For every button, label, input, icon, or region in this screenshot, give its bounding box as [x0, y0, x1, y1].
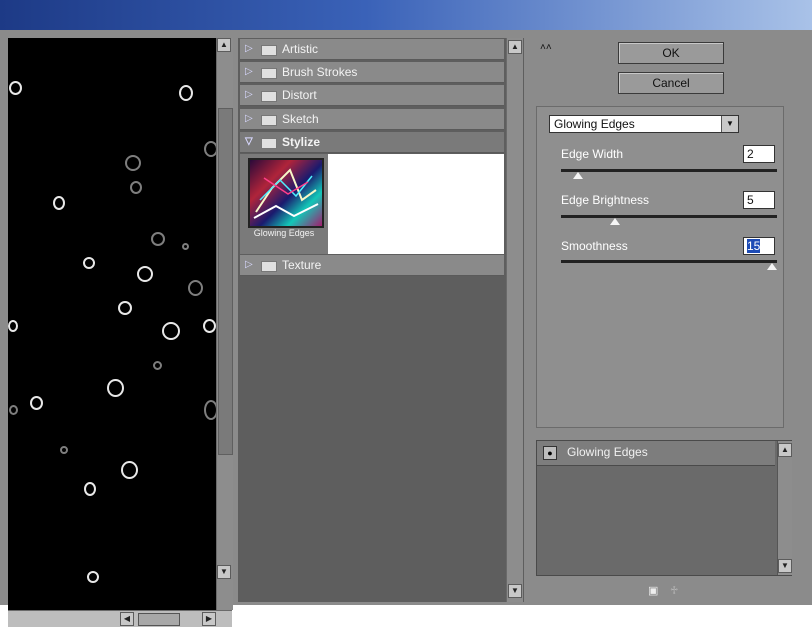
preview-ring: [179, 85, 193, 101]
smoothness-label: Smoothness: [561, 239, 628, 253]
layers-scrollbar[interactable]: ▲ ▼: [777, 441, 792, 575]
preview-ring: [125, 155, 141, 171]
preview-ring: [130, 181, 142, 194]
preview-horizontal-scrollbar[interactable]: ◀ ▶: [8, 610, 232, 627]
category-label: Artistic: [282, 42, 318, 56]
scroll-down-button[interactable]: ▼: [508, 584, 522, 598]
thumbnail-image: [248, 158, 324, 228]
expand-triangle-icon[interactable]: ▷: [245, 85, 253, 105]
category-distort[interactable]: ▷ Distort: [240, 85, 504, 106]
smoothness-slider[interactable]: [561, 260, 777, 270]
thumbnail-glow-art: [253, 168, 319, 219]
preview-ring: [118, 301, 132, 315]
preview-ring: [162, 322, 180, 340]
category-label: Stylize: [282, 135, 321, 149]
edge-width-slider[interactable]: [561, 169, 777, 179]
category-label: Sketch: [282, 112, 319, 126]
cancel-button[interactable]: Cancel: [618, 72, 724, 94]
preview-ring: [107, 379, 124, 397]
effect-layer-row[interactable]: ● Glowing Edges: [537, 441, 775, 466]
preview-ring: [203, 319, 216, 333]
preview-ring: [9, 81, 22, 95]
preview-ring: [9, 405, 18, 415]
collapse-gallery-icon[interactable]: ˄˄: [540, 42, 552, 53]
preview-vertical-scrollbar[interactable]: ▲ ▼: [216, 38, 233, 610]
expand-triangle-icon[interactable]: ▷: [245, 62, 253, 82]
thumbnail-label: Glowing Edges: [253, 228, 315, 238]
filter-thumbnail-glowing-edges[interactable]: Glowing Edges: [240, 154, 328, 254]
edge-width-input[interactable]: 2: [743, 145, 775, 163]
preview-ring: [84, 482, 96, 496]
edge-brightness-input[interactable]: 5: [743, 191, 775, 209]
smoothness-input[interactable]: 15: [743, 237, 775, 255]
category-label: Texture: [282, 258, 322, 272]
slider-knob[interactable]: [573, 172, 583, 179]
ok-button[interactable]: OK: [618, 42, 724, 64]
preview-canvas[interactable]: [8, 38, 216, 610]
folder-icon: [261, 261, 277, 272]
delete-effect-layer-icon[interactable]: ♱: [670, 584, 678, 597]
scroll-down-button[interactable]: ▼: [778, 559, 792, 573]
preview-ring: [8, 320, 18, 332]
new-effect-layer-icon[interactable]: ▣: [648, 584, 658, 597]
preview-ring: [188, 280, 203, 296]
preview-ring: [83, 257, 95, 269]
filter-gallery-list: ▷ Artistic ▷ Brush Strokes ▷ Distort ▷ S…: [238, 38, 524, 602]
filter-select-value: Glowing Edges: [554, 117, 635, 131]
filter-gallery-window: ▲ ▼ ◀ ▶ ▷ Artistic ▷ Brush Strokes ▷ Dis…: [0, 30, 812, 627]
folder-icon: [261, 138, 277, 149]
scroll-left-button[interactable]: ◀: [120, 612, 134, 626]
scroll-down-button[interactable]: ▼: [217, 565, 231, 579]
preview-ring: [182, 243, 189, 250]
filter-parameters: Glowing Edges ▼ Edge Width 2 Edge Bright…: [536, 106, 784, 428]
gallery-scrollbar[interactable]: ▲ ▼: [506, 38, 523, 602]
chevron-down-icon[interactable]: ▼: [721, 116, 738, 132]
expand-triangle-icon[interactable]: ▷: [245, 39, 253, 59]
preview-ring: [87, 571, 99, 583]
preview-ring: [151, 232, 165, 246]
folder-icon: [261, 91, 277, 102]
edge-width-label: Edge Width: [561, 147, 624, 161]
scroll-thumb[interactable]: [218, 108, 233, 455]
category-texture[interactable]: ▷ Texture: [240, 255, 504, 276]
preview-ring: [137, 266, 153, 282]
scroll-up-button[interactable]: ▲: [778, 443, 792, 457]
window-title-bar: [0, 0, 812, 30]
preview-ring: [153, 361, 162, 370]
scroll-right-button[interactable]: ▶: [202, 612, 216, 626]
preview-ring: [121, 461, 138, 479]
edge-brightness-label: Edge Brightness: [561, 193, 650, 207]
eye-icon[interactable]: ●: [543, 446, 557, 460]
folder-icon: [261, 115, 277, 126]
category-label: Brush Strokes: [282, 65, 358, 79]
expand-triangle-icon[interactable]: ▷: [245, 109, 253, 129]
scroll-thumb[interactable]: [138, 613, 180, 626]
category-label: Distort: [282, 88, 317, 102]
smoothness-value: 15: [747, 239, 761, 253]
stylize-thumbnails: Glowing Edges: [240, 154, 504, 254]
expand-triangle-icon[interactable]: ▷: [245, 255, 253, 275]
collapse-triangle-icon[interactable]: ▽: [245, 132, 253, 152]
preview-ring: [204, 141, 216, 157]
edge-brightness-slider[interactable]: [561, 215, 777, 225]
folder-icon: [261, 45, 277, 56]
filter-settings-panel: ˄˄ OK Cancel Glowing Edges ▼ Edge Width …: [532, 38, 812, 602]
effect-layers-panel: ● Glowing Edges ▲ ▼: [536, 440, 792, 576]
effect-layer-name: Glowing Edges: [567, 445, 648, 459]
scroll-up-button[interactable]: ▲: [217, 38, 231, 52]
folder-icon: [261, 68, 277, 79]
preview-ring: [204, 400, 216, 420]
preview-ring: [60, 446, 68, 454]
category-stylize[interactable]: ▽ Stylize: [240, 132, 504, 153]
scroll-up-button[interactable]: ▲: [508, 40, 522, 54]
category-brush-strokes[interactable]: ▷ Brush Strokes: [240, 62, 504, 83]
category-sketch[interactable]: ▷ Sketch: [240, 109, 504, 130]
preview-ring: [30, 396, 43, 410]
filter-select[interactable]: Glowing Edges ▼: [549, 115, 739, 133]
slider-knob[interactable]: [767, 263, 777, 270]
slider-knob[interactable]: [610, 218, 620, 225]
preview-ring: [53, 196, 65, 210]
category-artistic[interactable]: ▷ Artistic: [240, 39, 504, 60]
